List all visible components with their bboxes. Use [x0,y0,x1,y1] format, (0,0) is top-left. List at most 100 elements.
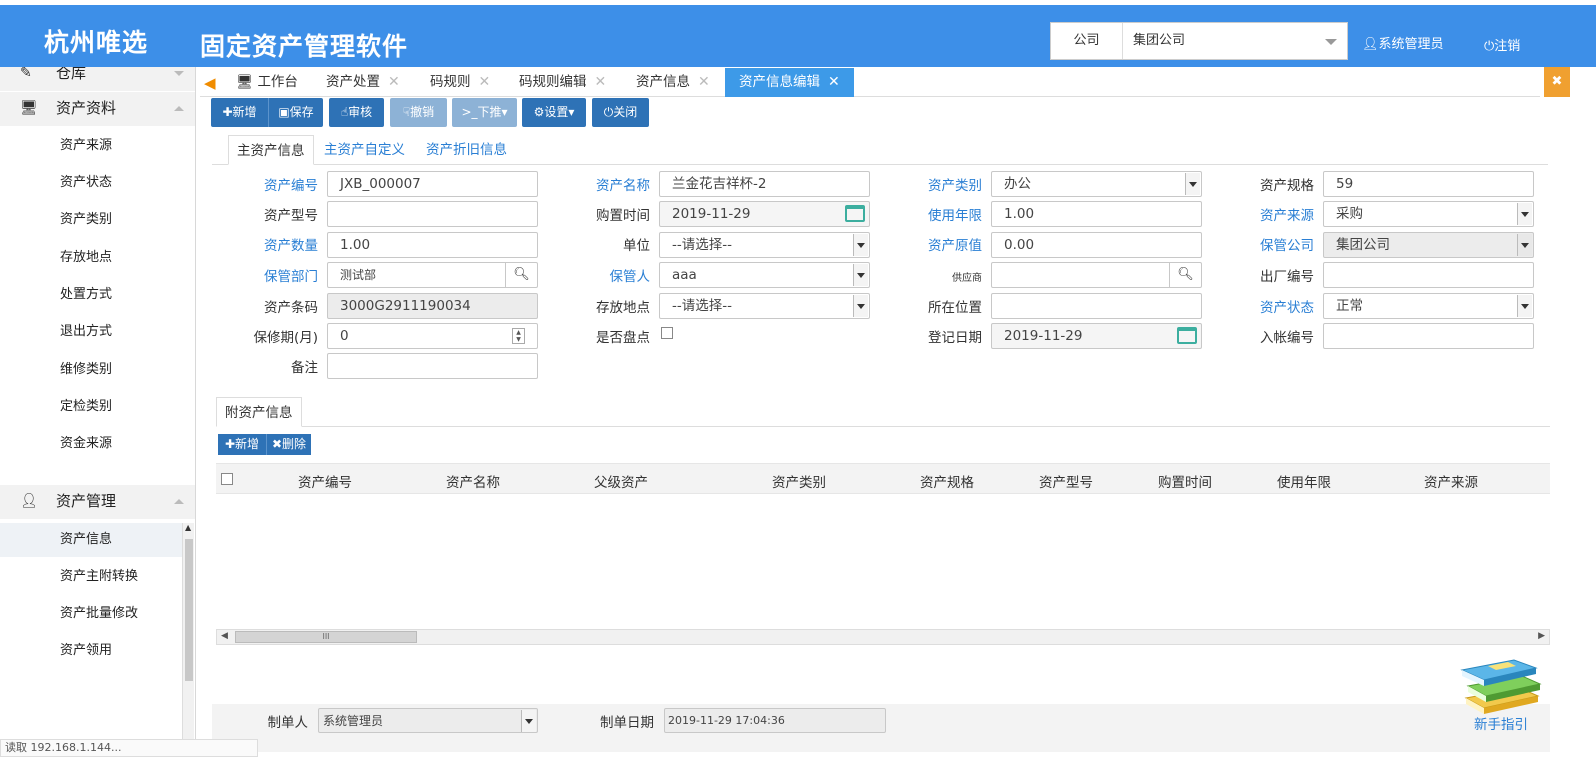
tab-asset-info-edit[interactable]: 资产信息编辑 ✕ [725,68,854,97]
sidebar-item[interactable]: 资产主附转换 [0,560,182,594]
sidebar-group-asset-data[interactable]: 🖥︎ 资产资料 [0,92,195,126]
sidebar-scrollbar[interactable]: ▲ [182,523,194,747]
sidebar-item[interactable]: 处置方式 [0,278,182,312]
service-life-input[interactable]: 1.00 [991,201,1202,227]
asset-source-select[interactable]: 采购 [1323,201,1534,227]
settings-button[interactable]: ⚙设置▾ [522,98,586,127]
close-button[interactable]: ⏻关闭 [592,98,649,127]
asset-no-input[interactable]: JXB_000007 [327,171,538,197]
scroll-left-icon[interactable]: ◀ [221,631,228,641]
chevron-down-icon[interactable] [1517,203,1532,225]
column-header[interactable]: 资产来源 [1424,471,1478,491]
sub-add-button[interactable]: ✚新增 [218,434,266,455]
tab-code-rule-edit[interactable]: 码规则编辑 ✕ [519,68,606,97]
company-selector[interactable]: 公司 集团公司 [1050,22,1348,60]
sidebar-item[interactable]: 维修类别 [0,353,182,387]
sub-delete-button[interactable]: ✖删除 [266,434,311,455]
sidebar-item[interactable]: 资产类别 [0,203,182,237]
asset-model-input[interactable] [327,201,538,227]
scroll-thumb[interactable] [185,539,193,681]
calendar-icon[interactable] [1177,327,1197,344]
warranty-stepper[interactable]: 0 ▲ ▼ [327,323,538,349]
unit-select[interactable]: --请选择-- [659,232,870,258]
tab-asset-info[interactable]: 资产信息 ✕ [636,68,710,97]
creator-select[interactable]: 系统管理员 [318,708,538,733]
subtab-sub-assets[interactable]: 附资产信息 [216,397,302,427]
save-button[interactable]: ▣保存 [268,98,323,127]
quantity-input[interactable]: 1.00 [327,232,538,258]
subtab-custom[interactable]: 主资产自定义 [316,135,413,165]
chevron-down-icon[interactable] [853,295,868,317]
column-header[interactable]: 使用年限 [1277,471,1331,491]
subtab-depreciation[interactable]: 资产折旧信息 [418,135,515,165]
subtab-main-info[interactable]: 主资产信息 [228,135,314,165]
position-input[interactable] [991,293,1202,319]
chevron-down-icon[interactable] [521,710,536,732]
asset-spec-input[interactable]: 59 [1323,171,1534,197]
chevron-down-icon[interactable] [853,264,868,286]
current-user[interactable]: 👤︎系统管理员 [1362,33,1444,52]
register-date-input[interactable]: 2019-11-29 [991,323,1202,349]
asset-name-input[interactable]: 兰金花吉祥杯-2 [659,171,870,197]
original-value-input[interactable]: 0.00 [991,232,1202,258]
sidebar-item[interactable]: 定检类别 [0,390,182,424]
chevron-down-icon[interactable] [853,234,868,256]
asset-status-select[interactable]: 正常 [1323,293,1534,319]
column-header[interactable]: 资产类别 [772,471,826,491]
tab-asset-disposal[interactable]: 资产处置 ✕ [326,68,400,97]
chevron-down-icon[interactable] [1185,173,1200,195]
sidebar-group-asset-mgmt[interactable]: 👤︎ 资产管理 [0,485,195,519]
chevron-down-icon[interactable] [1517,295,1532,317]
revoke-button[interactable]: ☟撤销 [390,98,447,127]
column-header[interactable]: 购置时间 [1158,471,1212,491]
sidebar-item[interactable]: 资产领用 [0,634,182,668]
push-down-button[interactable]: >_下推▾ [452,98,517,127]
close-all-icon[interactable]: ✖ [1544,67,1570,97]
custodian-select[interactable]: aaa [659,262,870,288]
custody-dept-input[interactable]: 测试部 🔍︎ [327,262,538,288]
select-all-checkbox[interactable] [221,473,233,485]
grid-horizontal-scrollbar[interactable]: ◀ III ▶ [216,629,1550,645]
logout-button[interactable]: ⏻注销 [1484,35,1520,54]
sidebar-item[interactable]: 存放地点 [0,241,182,275]
sidebar-item[interactable]: 资产来源 [0,129,182,163]
close-icon[interactable]: ✕ [479,74,491,90]
column-header[interactable]: 父级资产 [594,471,648,491]
sidebar-item[interactable]: 退出方式 [0,315,182,349]
column-header[interactable]: 资产型号 [1039,471,1093,491]
arrow-left-icon[interactable]: ◀ [204,74,216,92]
sidebar-group-warehouse[interactable]: ✎ 仓库 [0,67,195,91]
barcode-input[interactable]: 3000G2911190034 [327,293,538,319]
chevron-down-icon[interactable] [1517,234,1532,256]
supplier-input[interactable]: 🔍︎ [991,262,1202,288]
scroll-right-icon[interactable]: ▶ [1538,631,1545,641]
scroll-up-icon[interactable]: ▲ [185,523,191,532]
asset-category-select[interactable]: 办公 [991,171,1202,197]
audit-button[interactable]: ☝审核 [329,98,384,127]
add-button[interactable]: ✚新增 [211,98,268,127]
factory-no-input[interactable] [1323,262,1534,288]
new-user-guide-link[interactable]: 新手指引 [1474,713,1528,733]
purchase-date-input[interactable]: 2019-11-29 [659,201,870,227]
close-icon[interactable]: ✕ [595,74,607,90]
scroll-thumb[interactable]: III [235,631,417,643]
create-date-input[interactable]: 2019-11-29 17:04:36 [664,708,886,733]
search-icon[interactable]: 🔍︎ [505,263,537,287]
sidebar-item[interactable]: 资金来源 [0,427,182,461]
custody-company-select[interactable]: 集团公司 [1323,232,1534,258]
sidebar-item[interactable]: 资产批量修改 [0,597,182,631]
search-icon[interactable]: 🔍︎ [1169,263,1201,287]
tab-code-rule[interactable]: 码规则 ✕ [430,68,490,97]
tab-workbench[interactable]: 🖥︎ 工作台 [236,68,298,97]
close-icon[interactable]: ✕ [828,74,840,90]
location-select[interactable]: --请选择-- [659,293,870,319]
sidebar-item-asset-info[interactable]: 资产信息 [0,523,182,557]
account-no-input[interactable] [1323,323,1534,349]
calendar-icon[interactable] [845,205,865,222]
column-header[interactable]: 资产编号 [298,471,352,491]
column-header[interactable]: 资产规格 [920,471,974,491]
sidebar-item[interactable]: 资产状态 [0,166,182,200]
column-header[interactable]: 资产名称 [446,471,500,491]
stepper-arrows-icon[interactable]: ▲ ▼ [512,328,525,344]
close-icon[interactable]: ✕ [698,74,710,90]
